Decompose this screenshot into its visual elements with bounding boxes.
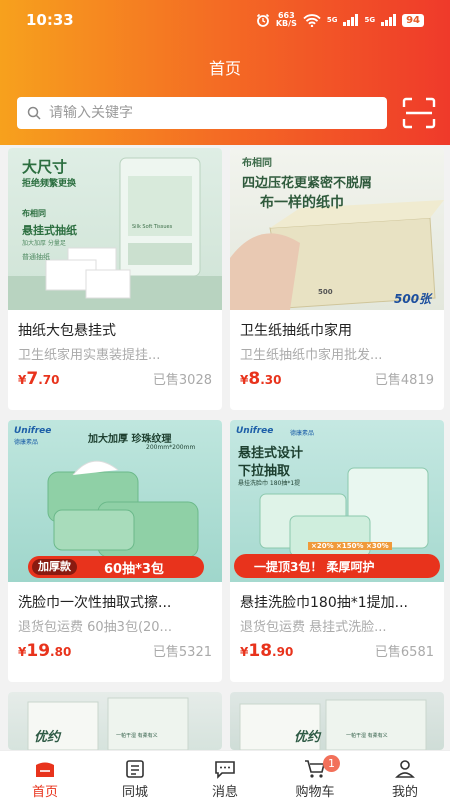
tab-label: 同城 [121,785,148,800]
product-card[interactable]: 布相同 四边压花更紧密不脱屑 布一样的纸巾 500 500张 卫生纸抽纸巾家用 … [230,148,444,410]
product-image[interactable]: 布相同 四边压花更紧密不脱屑 布一样的纸巾 500 500张 [230,148,444,310]
tab-cart[interactable]: 1 购物车 [270,751,360,800]
image-product-name: 悬挂式抽纸 [22,224,77,237]
product-card[interactable]: Unifree 德康素品 加大加厚 珍珠纹理 200mm*200mm 加厚款 6… [8,420,222,682]
home-icon [36,762,54,777]
scan-icon [402,97,436,129]
image-banner-text: 60抽*3包 [104,562,164,577]
product-card[interactable]: Unifree 德康素品 悬挂式设计 下拉抽取 悬挂洗脸巾 180抽*1提 ×2… [230,420,444,682]
sold-count: 已售6581 [374,645,434,660]
product-desc: 卫生纸家用实惠装提挂... [18,348,161,363]
image-brand-cn: 德康素品 [14,439,39,446]
product-title[interactable]: 卫生纸抽纸巾家用 [230,310,444,340]
image-brand-cn: 德康素品 [290,430,315,437]
image-tag: 加厚款 [32,559,77,575]
product-image[interactable]: Unifree 德康素品 悬挂式设计 下拉抽取 悬挂洗脸巾 180抽*1提 ×2… [230,420,444,582]
image-tagline: 一帕干湿 有柔有义 [116,733,158,739]
scan-button[interactable] [402,97,436,129]
image-banner-text: 一提顶3包！ 柔厚呵护 [254,560,375,574]
price-row: ¥7.70 已售3028 [8,363,222,389]
product-image[interactable]: Unifree 德康素品 加大加厚 珍珠纹理 200mm*200mm 加厚款 6… [8,420,222,582]
product-price: ¥19.80 [18,641,72,661]
tab-label: 购物车 [295,785,335,800]
product-title[interactable]: 抽纸大包悬挂式 [8,310,222,340]
cart-badge: 1 [323,755,340,772]
image-brand: 优约 [294,730,321,745]
image-count: 500张 [394,292,432,306]
image-tags: 加大加厚 分量足 [22,240,66,247]
image-small-label: 普通抽纸 [22,253,50,261]
image-line-2: 布一样的纸巾 [260,195,344,211]
image-line-1: 悬挂式设计 [238,446,304,461]
user-icon [395,760,415,778]
product-card[interactable]: 优约 一帕干湿 有柔有义 [230,692,444,750]
product-image[interactable]: 优约 一帕干湿 有柔有义 [230,692,444,750]
image-sizes: ×20% ×150% ×30% [308,542,392,550]
product-image[interactable]: 大尺寸 拒绝频繁更换 布相同 悬挂式抽纸 加大加厚 分量足 普通抽纸 Silk … [8,148,222,310]
image-line-1: 四边压花更紧密不脱屑 [242,176,373,191]
tab-home[interactable]: 首页 [0,751,90,800]
image-pack-number: 500 [318,288,333,296]
product-title[interactable]: 洗脸巾一次性抽取式擦... [8,582,222,612]
tab-label: 消息 [211,785,238,800]
image-brand: 优约 [34,730,61,745]
net-speed: 663 KB/S [275,11,297,28]
product-card[interactable]: 大尺寸 拒绝频繁更换 布相同 悬挂式抽纸 加大加厚 分量足 普通抽纸 Silk … [8,148,222,410]
image-tagline: 一帕干湿 有柔有义 [346,733,388,739]
tab-messages[interactable]: 消息 [180,751,270,800]
price-row: ¥8.30 已售4819 [230,363,444,389]
product-desc: 卫生纸抽纸巾家用批发... [240,348,383,363]
search-input[interactable] [49,105,349,121]
tab-nearby[interactable]: 同城 [90,751,180,800]
search-bar[interactable] [17,97,387,129]
product-price: ¥18.90 [240,641,294,661]
status-bar: 10:33 663 KB/S 5G 5G 94 [0,0,450,40]
book-icon [126,760,144,778]
alarm-icon [256,13,269,27]
signal-label-2: 5G [364,16,376,24]
price-row: ¥18.90 已售6581 [230,635,444,661]
image-brand: 布相同 [22,209,46,218]
signal-icon-2 [381,14,397,26]
tab-label: 首页 [31,785,58,800]
bottom-tab-bar: 首页 同城 消息 1 购物车 我的 [0,750,450,800]
product-title[interactable]: 悬挂洗脸巾180抽*1提加... [230,582,444,612]
product-image[interactable]: 优约 一帕干湿 有柔有义 [8,692,222,750]
tab-label: 我的 [391,785,418,800]
image-headline: 大尺寸 [22,158,68,176]
image-brand: Unifree [236,426,274,436]
product-desc: 退货包运费 60抽3包(20... [18,620,172,635]
image-pack-label: 悬挂洗脸巾 180抽*1提 [238,480,301,487]
image-headline: 加大加厚 珍珠纹理 [88,434,172,445]
tissue-illustration [239,699,427,750]
product-price: ¥8.30 [240,369,282,389]
image-line-2: 下拉抽取 [238,464,291,479]
sold-count: 已售4819 [374,373,434,388]
sold-count: 已售5321 [152,645,212,660]
sold-count: 已售3028 [152,373,212,388]
message-icon [215,761,235,779]
tab-profile[interactable]: 我的 [360,751,450,800]
price-row: ¥19.80 已售5321 [8,635,222,661]
image-pack-label: Silk Soft Tissues [132,224,173,230]
image-brand: Unifree [14,426,52,436]
image-brand: 布相同 [242,158,272,169]
product-card[interactable]: 优约 一帕干湿 有柔有义 [8,692,222,750]
wifi-icon [303,13,321,27]
status-icons: 663 KB/S 5G 5G 94 [256,12,424,28]
header: 10:33 663 KB/S 5G 5G 94 首页 [0,0,450,145]
search-icon [27,106,41,120]
image-size: 200mm*200mm [146,444,196,451]
signal-label-1: 5G [326,16,338,24]
signal-icon-1 [343,14,359,26]
page-title: 首页 [208,59,241,78]
status-time: 10:33 [26,11,74,29]
image-subline: 拒绝频繁更换 [22,179,77,189]
product-price: ¥7.70 [18,369,60,389]
battery-indicator: 94 [402,13,424,27]
product-desc: 退货包运费 悬挂式洗脸... [240,620,387,635]
